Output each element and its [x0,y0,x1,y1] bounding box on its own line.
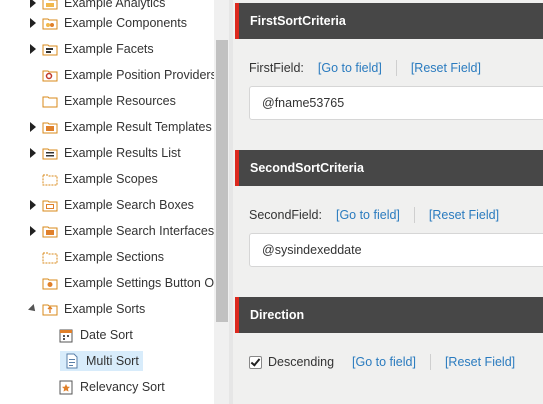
section-title: SecondSortCriteria [250,161,364,175]
collapse-arrow-icon[interactable] [28,296,38,322]
go-to-field-link[interactable]: [Go to field] [318,61,382,75]
tree-item-label: Example Sections [64,250,165,264]
tree-item-label: Example Search Interfaces [64,224,214,238]
link-separator [395,60,397,76]
selected-highlight[interactable]: Multi Sort [60,351,143,371]
expand-arrow-icon[interactable] [28,36,38,62]
tree-item-label: Relevancy Sort [80,380,165,394]
section-title: FirstSortCriteria [250,14,346,28]
folder-icon [42,93,58,109]
tree-item-label: Example Analytics [64,0,166,10]
field-label: FirstField: [249,61,304,75]
folder-list-icon [42,145,58,161]
section-header-direction[interactable]: Direction [235,297,543,333]
link-separator [429,354,431,370]
tree-item-example-position-providers[interactable]: Example Position Providers [28,62,214,88]
tree-item-example-facets[interactable]: Example Facets [28,36,154,62]
field-label: SecondField: [249,208,322,222]
tree-item-label: Example Settings Button Options [64,276,214,290]
tree-item-example-components[interactable]: Example Components [28,10,187,36]
expand-arrow-icon[interactable] [28,192,38,218]
tree-item-label: Example Search Boxes [64,198,194,212]
relevancy-sort-icon [58,379,74,395]
folder-components-icon [42,15,58,31]
tree-scrollbar-thumb[interactable] [216,40,228,322]
section-header-first-sort-criteria[interactable]: FirstSortCriteria [235,3,543,39]
folder-settings-icon [42,275,58,291]
date-sort-icon [58,327,74,343]
tree-item-example-sections[interactable]: Example Sections [28,244,164,270]
expand-arrow-icon[interactable] [28,218,38,244]
tree-item-date-sort[interactable]: Date Sort [58,322,133,348]
go-to-field-link[interactable]: [Go to field] [352,355,416,369]
tree-item-example-result-templates[interactable]: Example Result Templates [28,114,212,140]
folder-sections-icon [42,249,58,265]
second-field-input[interactable]: @sysindexeddate [249,233,543,267]
folder-templates-icon [42,119,58,135]
section-header-second-sort-criteria[interactable]: SecondSortCriteria [235,150,543,186]
go-to-field-link[interactable]: [Go to field] [336,208,400,222]
tree-item-example-search-boxes[interactable]: Example Search Boxes [28,192,194,218]
tree-item-label: Example Result Templates [64,120,212,134]
folder-interfaces-icon [42,223,58,239]
tree-item-label: Example Resources [64,94,176,108]
checkbox-label: Descending [268,355,335,369]
reset-field-link[interactable]: [Reset Field] [429,208,499,222]
tree-item-label: Date Sort [80,328,133,342]
expand-arrow-icon[interactable] [28,140,38,166]
tree-item-label: Example Components [64,16,187,30]
item-editor: FirstSortCriteria FirstField: [Go to fie… [233,0,543,404]
tree-item-example-sorts[interactable]: Example Sorts [28,296,145,322]
tree-item-label: Multi Sort [86,354,139,368]
tree-item-example-resources[interactable]: Example Resources [28,88,176,114]
descending-checkbox[interactable] [249,355,262,369]
tree-item-label: Example Sorts [64,302,146,316]
content-tree: Example Analytics Example Components Exa… [0,0,214,404]
tree-item-multi-sort[interactable]: Multi Sort [58,348,143,374]
direction-field-row: Descending [Go to field] [Reset Field] [249,352,515,372]
folder-sorts-icon [42,301,58,317]
expand-arrow-icon[interactable] [28,10,38,36]
tree-item-example-search-interfaces[interactable]: Example Search Interfaces [28,218,214,244]
tree-item-label: Example Facets [64,42,154,56]
tree-item-example-settings-button-options[interactable]: Example Settings Button Options [28,270,214,296]
tree-item-example-scopes[interactable]: Example Scopes [28,166,158,192]
folder-facets-icon [42,41,58,57]
link-separator [413,207,415,223]
section-title: Direction [250,308,305,322]
tree-item-label: Example Position Providers [64,68,214,82]
document-icon [64,353,80,369]
reset-field-link[interactable]: [Reset Field] [445,355,515,369]
folder-scopes-icon [42,171,58,187]
expand-arrow-icon[interactable] [28,114,38,140]
second-field-row: SecondField: [Go to field] [Reset Field] [249,205,499,225]
reset-field-link[interactable]: [Reset Field] [411,61,481,75]
folder-searchbox-icon [42,197,58,213]
tree-item-example-results-list[interactable]: Example Results List [28,140,181,166]
tree-item-label: Example Scopes [64,172,158,186]
first-field-input[interactable]: @fname53765 [249,86,543,120]
tree-item-relevancy-sort[interactable]: Relevancy Sort [58,374,165,400]
tree-item-label: Example Results List [64,146,181,160]
first-field-row: FirstField: [Go to field] [Reset Field] [249,58,481,78]
folder-position-icon [42,67,58,83]
